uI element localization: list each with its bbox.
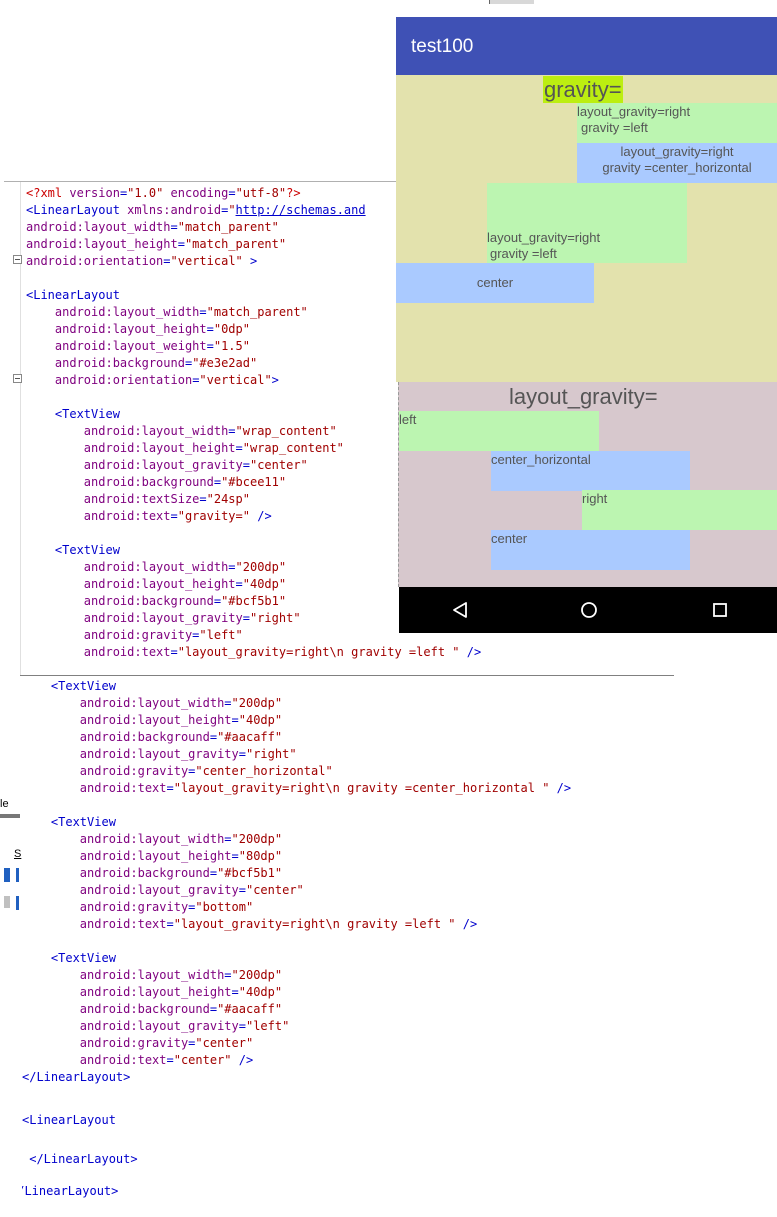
fold-marker[interactable] xyxy=(13,255,22,264)
code-line: <TextView xyxy=(50,679,116,693)
side-letter: S xyxy=(14,848,22,860)
code-line: android:background="#bcf5b1" xyxy=(79,866,283,880)
phone-preview: test100 gravity= layout_gravity=right gr… xyxy=(396,17,777,634)
editor-separator xyxy=(20,675,674,676)
code-line: android:gravity="bottom" xyxy=(79,900,254,914)
text-item-center: center xyxy=(491,530,690,570)
recents-icon[interactable] xyxy=(712,602,728,618)
side-panel-fragment: le S xyxy=(0,792,22,922)
code-line: android:layout_width="wrap_content" xyxy=(83,424,337,438)
code-line: <TextView xyxy=(54,543,120,557)
text-item-right-left: layout_gravity=right gravity =left xyxy=(577,103,777,143)
code-line: android:layout_gravity="right" xyxy=(83,611,301,625)
gravity-heading: gravity= xyxy=(543,76,623,103)
code-line: android:layout_width="200dp" xyxy=(83,560,287,574)
code-line: <TextView xyxy=(50,815,116,829)
code-line: android:layout_gravity="center" xyxy=(83,458,308,472)
text-item-center-horizontal: center_horizontal xyxy=(491,451,690,491)
bottom-panel: layout_gravity= left center_horizontal r… xyxy=(398,382,777,587)
code-line: </LinearLayout> xyxy=(29,1152,138,1166)
side-label: le xyxy=(0,798,9,810)
text-item-right: right xyxy=(582,490,777,530)
code-line: <LinearLayout xyxy=(22,1113,116,1127)
code-line: android:text="layout_gravity=right\n gra… xyxy=(79,917,478,931)
app-title: test100 xyxy=(411,36,474,57)
back-icon[interactable] xyxy=(451,601,469,619)
code-line: android:layout_gravity="left" xyxy=(79,1019,290,1033)
code-line: android:gravity="center" xyxy=(79,1036,254,1050)
code-line: <TextView xyxy=(50,951,116,965)
text-item-left-center: center xyxy=(396,263,594,303)
code-line: <LinearLayout xyxy=(26,288,120,302)
app-bar: test100 xyxy=(396,17,777,75)
fold-marker[interactable] xyxy=(13,374,22,383)
code-line: android:layout_height="0dp" xyxy=(54,322,250,336)
code-line: android:gravity="left" xyxy=(83,628,243,642)
code-line: android:layout_height="match_parent" xyxy=(26,237,287,251)
code-line: android:layout_width="match_parent" xyxy=(26,220,279,234)
code-line: android:layout_width="200dp" xyxy=(79,968,283,982)
top-panel: gravity= layout_gravity=right gravity =l… xyxy=(396,75,777,382)
text-item-center-bottom: layout_gravity=right gravity =left xyxy=(487,183,687,263)
code-line: android:background="#aacaff" xyxy=(79,1002,283,1016)
code-line: android:text="center" /> xyxy=(79,1053,254,1067)
code-line: android:layout_gravity="right" xyxy=(79,747,297,761)
text-item-right-center-horizontal: layout_gravity=right gravity =center_hor… xyxy=(577,143,777,183)
text-item-left: left xyxy=(399,411,599,451)
code-line: android:layout_width="200dp" xyxy=(79,832,283,846)
code-top: <?xml version="1.0" encoding="utf-8"?> <L… xyxy=(26,185,398,665)
code-line: <LinearLayout xmlns:android="http://sche… xyxy=(26,203,366,217)
code-line: android:orientation="vertical"> xyxy=(54,373,279,387)
top-fragment xyxy=(489,0,534,4)
code-line: android:background="#bcf5b1" xyxy=(83,594,287,608)
code-line: </LinearLayout> xyxy=(22,1184,119,1198)
code-line: android:text="layout_gravity=right\n gra… xyxy=(79,781,572,795)
code-bottom: <TextView android:layout_width="200dp" a… xyxy=(22,678,722,1208)
code-line: android:layout_height="wrap_content" xyxy=(83,441,344,455)
code-line: android:layout_width="200dp" xyxy=(79,696,283,710)
code-line: android:layout_height="40dp" xyxy=(83,577,287,591)
code-line: android:layout_weight="1.5" xyxy=(54,339,250,353)
code-line: android:layout_width="match_parent" xyxy=(54,305,308,319)
code-line: android:layout_height="80dp" xyxy=(79,849,283,863)
code-line: <TextView xyxy=(54,407,120,421)
code-line: android:background="#bcee11" xyxy=(83,475,287,489)
code-line: android:background="#e3e2ad" xyxy=(54,356,258,370)
code-line: android:gravity="center_horizontal" xyxy=(79,764,333,778)
code-line: android:orientation="vertical" > xyxy=(26,254,258,268)
code-line: android:layout_height="40dp" xyxy=(79,985,283,999)
code-line: </LinearLayout> xyxy=(22,1070,131,1084)
code-line: android:layout_gravity="center" xyxy=(79,883,304,897)
code-line: android:text="gravity=" /> xyxy=(83,509,272,523)
code-line: <?xml version="1.0" encoding="utf-8"?> xyxy=(26,186,301,200)
nav-bar xyxy=(399,587,777,633)
code-line: android:textSize="24sp" xyxy=(83,492,250,506)
home-icon[interactable] xyxy=(580,601,598,619)
code-line: android:background="#aacaff" xyxy=(79,730,283,744)
code-line: android:layout_height="40dp" xyxy=(79,713,283,727)
layout-gravity-heading: layout_gravity= xyxy=(509,384,658,409)
